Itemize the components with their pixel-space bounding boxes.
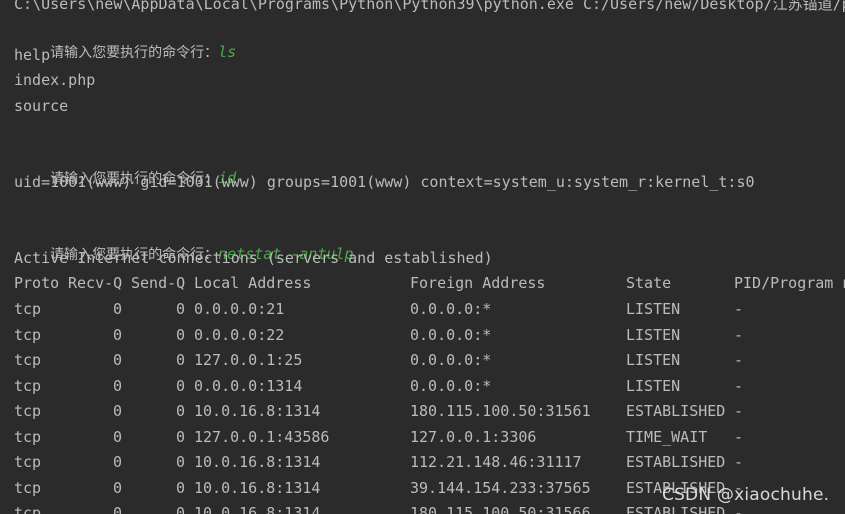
- table-row: tcp 0 0 127.0.0.1:25 0.0.0.0:* LISTEN -: [0, 349, 845, 371]
- cell-proto: tcp: [14, 504, 42, 514]
- header-foreign-address: Foreign Address: [410, 274, 546, 292]
- cell-state: LISTEN: [626, 300, 681, 318]
- cell-state: LISTEN: [626, 326, 681, 344]
- output-line: help: [14, 46, 51, 64]
- cell-send-q: 0: [175, 453, 185, 471]
- table-row: tcp 0 0 10.0.16.8:1314 112.21.148.46:31117 ES…: [0, 451, 845, 473]
- command-input: ls: [218, 43, 237, 61]
- cell-local-address: 0.0.0.0:1314: [194, 377, 303, 395]
- cell-state: LISTEN: [626, 351, 681, 369]
- cell-local-address: 127.0.0.1:25: [194, 351, 303, 369]
- prompt-line: 请输入您要执行的命令行：id: [14, 145, 236, 187]
- cell-local-address: 0.0.0.0:21: [194, 300, 285, 318]
- cell-foreign-address: 112.21.148.46:31117: [410, 453, 582, 471]
- cell-foreign-address: 0.0.0.0:*: [410, 351, 492, 369]
- cell-foreign-address: 0.0.0.0:*: [410, 377, 492, 395]
- cell-proto: tcp: [14, 402, 42, 420]
- header-send-q: Send-Q: [131, 274, 186, 292]
- cell-pid-program: -: [734, 453, 744, 471]
- cell-pid-program: -: [734, 402, 744, 420]
- cell-state: LISTEN: [626, 377, 681, 395]
- cell-pid-program: -: [734, 377, 744, 395]
- cell-local-address: 10.0.16.8:1314: [194, 504, 321, 514]
- cell-state: ESTABLISHED: [626, 453, 726, 471]
- header-recv-q: Recv-Q: [68, 274, 123, 292]
- cell-proto: tcp: [14, 326, 42, 344]
- cell-send-q: 0: [175, 428, 185, 446]
- cell-send-q: 0: [175, 351, 185, 369]
- cell-state: ESTABLISHED: [626, 402, 726, 420]
- output-line: Active Internet connections (servers and…: [14, 249, 493, 267]
- cell-pid-program: -: [734, 300, 744, 318]
- cell-send-q: 0: [175, 402, 185, 420]
- cell-state: TIME_WAIT: [626, 428, 708, 446]
- cell-recv-q: 0: [112, 326, 122, 344]
- cell-foreign-address: 0.0.0.0:*: [410, 326, 492, 344]
- cell-recv-q: 0: [112, 300, 122, 318]
- cell-send-q: 0: [175, 300, 185, 318]
- cell-send-q: 0: [175, 504, 185, 514]
- cell-proto: tcp: [14, 351, 42, 369]
- cell-recv-q: 0: [112, 479, 122, 497]
- table-row: tcp 0 0 0.0.0.0:21 0.0.0.0:* LISTEN -: [0, 298, 845, 320]
- cell-recv-q: 0: [112, 377, 122, 395]
- watermark: CSDN @xiaochuhe.: [662, 485, 830, 505]
- console-output[interactable]: C:\Users\new\AppData\Local\Programs\Pyth…: [0, 0, 845, 514]
- cell-foreign-address: 180.115.100.50:31561: [410, 402, 591, 420]
- prompt-line: 请输入您要执行的命令行：netstat -antulp: [14, 221, 353, 263]
- cell-local-address: 0.0.0.0:22: [194, 326, 285, 344]
- cell-proto: tcp: [14, 479, 42, 497]
- cell-foreign-address: 0.0.0.0:*: [410, 300, 492, 318]
- prompt-label: 请输入您要执行的命令行：: [50, 45, 219, 61]
- cell-foreign-address: 127.0.0.1:3306: [410, 428, 537, 446]
- cell-pid-program: -: [734, 428, 744, 446]
- cell-foreign-address: 39.144.154.233:37565: [410, 479, 591, 497]
- cell-recv-q: 0: [112, 453, 122, 471]
- header-proto: Proto: [14, 274, 60, 292]
- cell-local-address: 10.0.16.8:1314: [194, 479, 321, 497]
- header-state: State: [626, 274, 672, 292]
- cell-local-address: 10.0.16.8:1314: [194, 402, 321, 420]
- output-line: index.php: [14, 71, 96, 89]
- table-row: tcp 0 0 10.0.16.8:1314 180.115.100.50:31561 E…: [0, 400, 845, 422]
- cell-recv-q: 0: [112, 351, 122, 369]
- cell-pid-program: -: [734, 351, 744, 369]
- prompt-line: 请输入您要执行的命令行：ls: [14, 19, 236, 61]
- output-line: source: [14, 97, 69, 115]
- header-local-address: Local Address: [194, 274, 312, 292]
- cell-recv-q: 0: [112, 504, 122, 514]
- cell-proto: tcp: [14, 300, 42, 318]
- cell-send-q: 0: [175, 326, 185, 344]
- cell-proto: tcp: [14, 377, 42, 395]
- cell-proto: tcp: [14, 453, 42, 471]
- cell-proto: tcp: [14, 428, 42, 446]
- table-row: tcp 0 0 0.0.0.0:22 0.0.0.0:* LISTEN -: [0, 324, 845, 346]
- cell-recv-q: 0: [112, 402, 122, 420]
- table-row: tcp 0 0 0.0.0.0:1314 0.0.0.0:* LISTEN -: [0, 375, 845, 397]
- table-header: Proto Recv-Q Send-Q Local Address Foreig…: [0, 272, 845, 294]
- cell-recv-q: 0: [112, 428, 122, 446]
- header-pid-program: PID/Program n: [734, 274, 845, 292]
- cell-pid-program: -: [734, 326, 744, 344]
- cell-local-address: 127.0.0.1:43586: [194, 428, 330, 446]
- table-row: tcp 0 0 127.0.0.1:43586 127.0.0.1:3306 TIME_W…: [0, 426, 845, 448]
- output-line: uid=1001(www) gid=1001(www) groups=1001(…: [14, 173, 755, 191]
- cell-send-q: 0: [175, 479, 185, 497]
- cell-send-q: 0: [175, 377, 185, 395]
- cell-local-address: 10.0.16.8:1314: [194, 453, 321, 471]
- interpreter-path-line: C:\Users\new\AppData\Local\Programs\Pyth…: [14, 0, 845, 13]
- cell-foreign-address: 180.115.100.50:31566: [410, 504, 591, 514]
